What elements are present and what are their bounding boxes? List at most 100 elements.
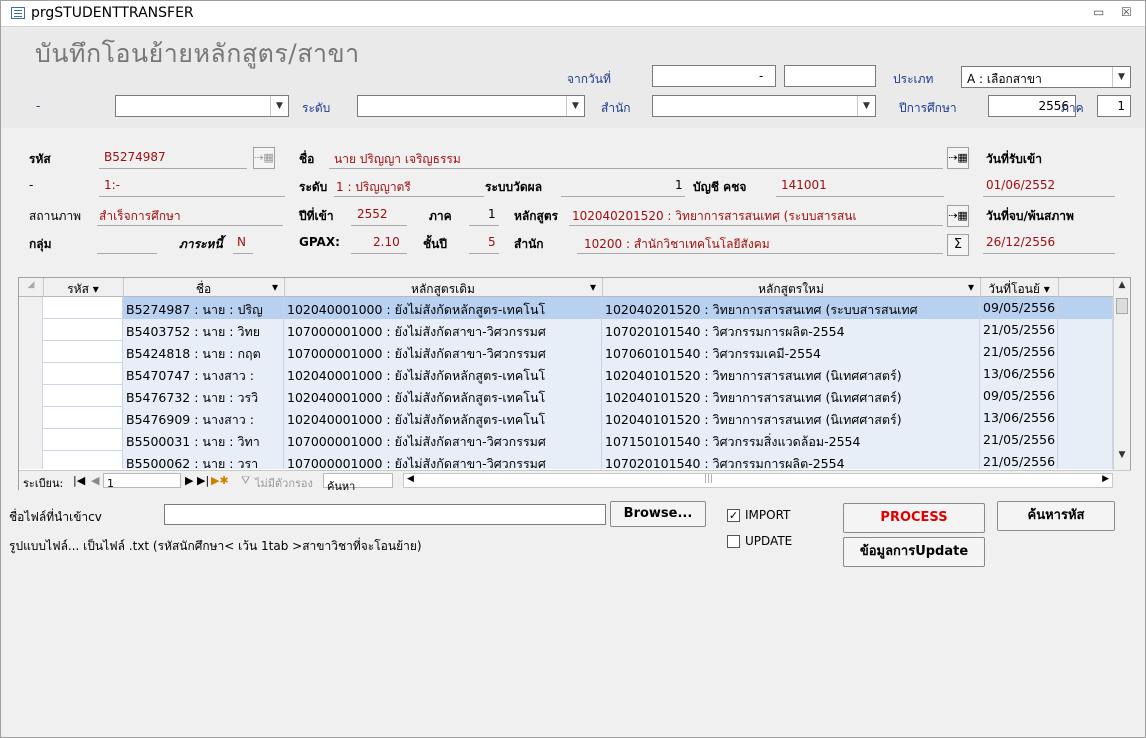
- cell-transfer-date[interactable]: 21/05/2556: [980, 341, 1058, 363]
- cell-transfer-date[interactable]: 21/05/2556: [980, 451, 1058, 469]
- first-record-button[interactable]: |◀: [73, 474, 85, 487]
- cell-transfer-date[interactable]: 21/05/2556: [980, 429, 1058, 451]
- cell-code[interactable]: [43, 319, 123, 341]
- open-record-button[interactable]: ⇢▦: [947, 147, 969, 169]
- cell-new-curriculum[interactable]: 102040101520 : วิทยาการสารสนเทศ (นิเทศศา…: [602, 385, 980, 407]
- cell-name[interactable]: B5500031 : นาย : วิทา: [123, 429, 284, 451]
- cell-new-curriculum[interactable]: 102040101520 : วิทยาการสารสนเทศ (นิเทศศา…: [602, 363, 980, 385]
- cell-name[interactable]: B5500062 : นาย : วรา: [123, 451, 284, 469]
- cell-code[interactable]: [43, 297, 123, 319]
- term-input[interactable]: 1: [1097, 95, 1131, 117]
- table-row[interactable]: B5476732 : นาย : วรวิ 102040001000 : ยังไ…: [19, 385, 1113, 407]
- process-button[interactable]: PROCESS: [843, 503, 985, 533]
- cell-name[interactable]: B5274987 : นาย : ปริญ: [123, 297, 284, 319]
- cell-code[interactable]: [43, 341, 123, 363]
- cell-empty[interactable]: [1058, 363, 1113, 385]
- chevron-down-icon[interactable]: ▼: [566, 96, 584, 116]
- table-row[interactable]: B5476909 : นางสาว :102040001000 : ยังไม่…: [19, 407, 1113, 429]
- cell-old-curriculum[interactable]: 107000001000 : ยังไม่สังกัดสาขา-วิศวกรรม…: [284, 341, 602, 363]
- scroll-grip-icon[interactable]: |||: [704, 474, 713, 484]
- faculty-select[interactable]: ▼: [115, 95, 289, 117]
- new-record-button[interactable]: ▶✱: [211, 474, 229, 487]
- next-record-button[interactable]: ▶: [185, 474, 193, 487]
- minimize-button[interactable]: ▭: [1093, 5, 1104, 19]
- cell-new-curriculum[interactable]: 102040201520 : วิทยาการสารสนเทศ (ระบบสาร…: [602, 297, 980, 319]
- level-select[interactable]: ▼: [357, 95, 585, 117]
- cell-old-curriculum[interactable]: 102040001000 : ยังไม่สังกัดหลักสูตร-เทคโ…: [284, 385, 602, 407]
- office-select[interactable]: ▼: [652, 95, 876, 117]
- update-info-button[interactable]: ข้อมูลการUpdate: [843, 537, 985, 567]
- table-row[interactable]: B5500062 : นาย : วรา 107000001000 : ยังไม…: [19, 451, 1113, 469]
- cell-new-curriculum[interactable]: 102040101520 : วิทยาการสารสนเทศ (นิเทศศา…: [602, 407, 980, 429]
- table-row[interactable]: B5424818 : นาย : กฤต 107000001000 : ยังไม…: [19, 341, 1113, 363]
- cell-code[interactable]: [43, 407, 123, 429]
- chevron-down-icon[interactable]: ▼: [270, 96, 288, 116]
- cell-transfer-date[interactable]: 21/05/2556: [980, 319, 1058, 341]
- chevron-down-icon[interactable]: ▼: [1112, 67, 1130, 87]
- last-record-button[interactable]: ▶|: [197, 474, 209, 487]
- table-row[interactable]: B5274987 : นาย : ปริญ 102040001000 : ยังไ…: [19, 297, 1113, 319]
- cell-new-curriculum[interactable]: 107020101540 : วิศวกรรมการผลิต-2554: [602, 451, 980, 469]
- filter-icon[interactable]: ⛛: [241, 474, 250, 488]
- cell-empty[interactable]: [1058, 385, 1113, 407]
- cell-code[interactable]: [43, 385, 123, 407]
- cell-empty[interactable]: [1058, 341, 1113, 363]
- select-all-corner[interactable]: ◢: [19, 280, 43, 290]
- table-row[interactable]: B5500031 : นาย : วิทา 107000001000 : ยังไ…: [19, 429, 1113, 451]
- cell-code[interactable]: [43, 363, 123, 385]
- row-selector[interactable]: [19, 385, 43, 407]
- scroll-up-icon[interactable]: ▲: [1116, 280, 1128, 294]
- row-selector[interactable]: [19, 451, 43, 469]
- scroll-down-icon[interactable]: ▼: [1116, 450, 1128, 464]
- cell-empty[interactable]: [1058, 407, 1113, 429]
- cell-empty[interactable]: [1058, 429, 1113, 451]
- cell-empty[interactable]: [1058, 297, 1113, 319]
- cell-new-curriculum[interactable]: 107060101540 : วิศวกรรมเคมี-2554: [602, 341, 980, 363]
- cell-name[interactable]: B5470747 : นางสาว :: [123, 363, 284, 385]
- cell-name[interactable]: B5403752 : นาย : วิทย: [123, 319, 284, 341]
- cell-transfer-date[interactable]: 13/06/2556: [980, 363, 1058, 385]
- cell-empty[interactable]: [1058, 319, 1113, 341]
- row-selector[interactable]: [19, 363, 43, 385]
- cell-old-curriculum[interactable]: 107000001000 : ยังไม่สังกัดสาขา-วิศวกรรม…: [284, 451, 602, 469]
- scroll-thumb[interactable]: [1116, 298, 1128, 314]
- no-filter-label[interactable]: ไม่มีตัวกรอง: [255, 474, 313, 492]
- vertical-scrollbar[interactable]: ▲ ▼: [1113, 278, 1130, 471]
- search-code-button[interactable]: ค้นหารหัส: [997, 501, 1115, 531]
- close-button[interactable]: ☒: [1121, 5, 1132, 19]
- cell-new-curriculum[interactable]: 107020101540 : วิศวกรรมการผลิต-2554: [602, 319, 980, 341]
- table-row[interactable]: B5470747 : นางสาว :102040001000 : ยังไม่…: [19, 363, 1113, 385]
- horizontal-scrollbar[interactable]: ◀ ||| ▶: [403, 473, 1113, 488]
- type-select[interactable]: A : เลือกสาขา ▼: [961, 66, 1131, 88]
- nav-search-input[interactable]: ค้นหา: [323, 473, 393, 493]
- cell-empty[interactable]: [1058, 451, 1113, 469]
- record-number-input[interactable]: 1: [103, 473, 181, 490]
- row-selector[interactable]: [19, 429, 43, 451]
- cell-old-curriculum[interactable]: 102040001000 : ยังไม่สังกัดหลักสูตร-เทคโ…: [284, 363, 602, 385]
- row-selector[interactable]: [19, 319, 43, 341]
- cell-old-curriculum[interactable]: 107000001000 : ยังไม่สังกัดสาขา-วิศวกรรม…: [284, 319, 602, 341]
- cell-name[interactable]: B5476909 : นางสาว :: [123, 407, 284, 429]
- row-selector[interactable]: [19, 297, 43, 319]
- file-path-input[interactable]: [164, 504, 606, 525]
- cell-new-curriculum[interactable]: 107150101540 : วิศวกรรมสิ่งแวดล้อม-2554: [602, 429, 980, 451]
- open-curriculum-button[interactable]: ⇢▦: [947, 205, 969, 227]
- sum-button[interactable]: Σ: [947, 234, 969, 256]
- lookup-student-button[interactable]: ⇢▦: [253, 147, 275, 169]
- cell-transfer-date[interactable]: 09/05/2556: [980, 297, 1058, 319]
- import-checkbox[interactable]: ✓: [727, 509, 740, 522]
- to-date-input[interactable]: [784, 65, 876, 87]
- browse-button[interactable]: Browse...: [610, 501, 706, 527]
- cell-name[interactable]: B5424818 : นาย : กฤต: [123, 341, 284, 363]
- row-selector[interactable]: [19, 341, 43, 363]
- cell-name[interactable]: B5476732 : นาย : วรวิ: [123, 385, 284, 407]
- table-row[interactable]: B5403752 : นาย : วิทย 107000001000 : ยังไ…: [19, 319, 1113, 341]
- cell-old-curriculum[interactable]: 107000001000 : ยังไม่สังกัดสาขา-วิศวกรรม…: [284, 429, 602, 451]
- cell-transfer-date[interactable]: 09/05/2556: [980, 385, 1058, 407]
- cell-old-curriculum[interactable]: 102040001000 : ยังไม่สังกัดหลักสูตร-เทคโ…: [284, 407, 602, 429]
- from-date-input[interactable]: [652, 65, 776, 87]
- scroll-left-icon[interactable]: ◀: [407, 474, 414, 484]
- cell-code[interactable]: [43, 451, 123, 469]
- row-selector[interactable]: [19, 407, 43, 429]
- cell-old-curriculum[interactable]: 102040001000 : ยังไม่สังกัดหลักสูตร-เทคโ…: [284, 297, 602, 319]
